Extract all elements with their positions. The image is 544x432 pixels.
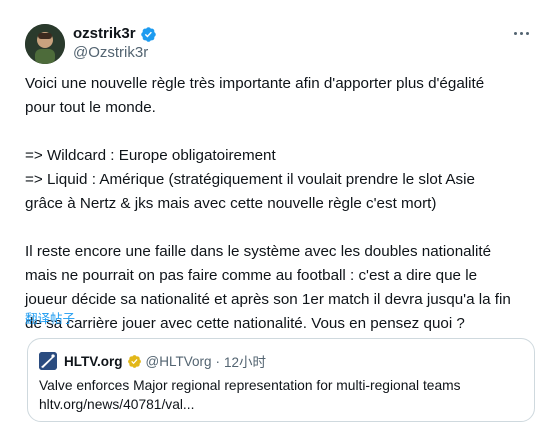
tweet-line: => Wildcard : Europe obligatoirement bbox=[25, 147, 276, 164]
tweet-line: grâce à Nertz & jks mais avec cette nouv… bbox=[25, 195, 437, 212]
tweet-line: joueur décide sa nationalité et après so… bbox=[25, 291, 511, 308]
author-handle[interactable]: @Ozstrik3r bbox=[73, 44, 148, 62]
author-display-name[interactable]: ozstrik3r bbox=[73, 25, 136, 43]
quoted-timestamp: 12小时 bbox=[224, 355, 267, 370]
avatar[interactable] bbox=[25, 24, 65, 64]
tweet-line: pour tout le monde. bbox=[25, 99, 156, 116]
tweet-line: de sa carrière jouer avec cette national… bbox=[25, 315, 465, 332]
quoted-tweet-text: Valve enforces Major regional representa… bbox=[39, 378, 461, 393]
tweet-text: Voici une nouvelle règle très importante… bbox=[25, 72, 525, 336]
tweet-line: Voici une nouvelle règle très importante… bbox=[25, 75, 485, 92]
tweet-line bbox=[25, 120, 525, 144]
quoted-tweet-header: HLTV.org @HLTVorg · 12小时 bbox=[39, 351, 266, 371]
tweet-line bbox=[25, 216, 525, 240]
quoted-author-handle: @HLTVorg bbox=[145, 353, 212, 369]
author-name-row: ozstrik3r bbox=[73, 25, 157, 43]
tweet-line: Il reste encore une faille dans le systè… bbox=[25, 243, 492, 260]
quoted-tweet-card[interactable]: HLTV.org @HLTVorg · 12小时 Valve enforces … bbox=[27, 338, 535, 422]
quoted-author-name: HLTV.org bbox=[64, 353, 123, 369]
verified-badge-icon bbox=[140, 26, 157, 43]
translate-post-link[interactable]: 翻译帖子 bbox=[25, 311, 75, 327]
quoted-verified-badge-icon bbox=[127, 354, 142, 369]
quoted-tweet-link[interactable]: hltv.org/news/40781/val... bbox=[39, 396, 194, 414]
hltv-logo-icon bbox=[39, 352, 57, 370]
more-options-icon[interactable] bbox=[510, 24, 532, 42]
meta-separator: · bbox=[215, 353, 221, 369]
tweet-line: mais ne pourrait on pas faire comme au f… bbox=[25, 267, 478, 284]
tweet-line: => Liquid : Amérique (stratégiquement il… bbox=[25, 171, 475, 188]
tweet: ozstrik3r @Ozstrik3r Voici une nouvelle … bbox=[0, 0, 544, 432]
